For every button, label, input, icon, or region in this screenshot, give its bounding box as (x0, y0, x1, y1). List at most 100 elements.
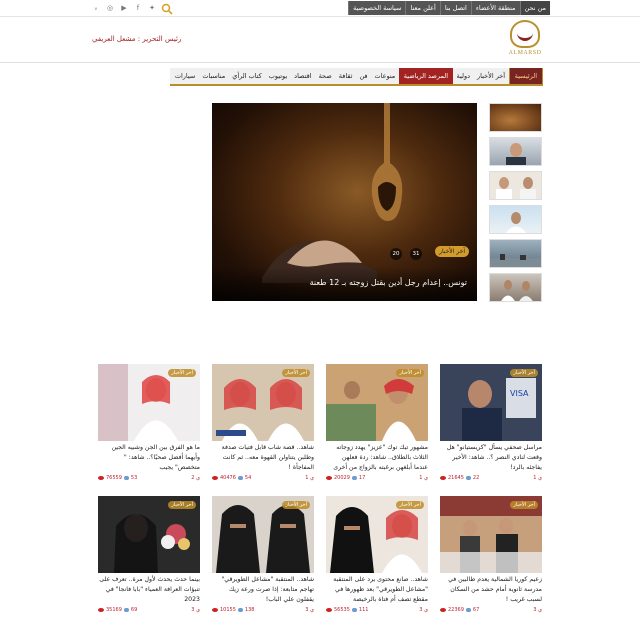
news-card-comments: 138 (244, 607, 255, 613)
site-logo[interactable]: ALMARSD (502, 20, 548, 58)
nav-item-international[interactable]: دولية (453, 68, 473, 84)
hero-title[interactable]: تونس.. إعدام رجل أدين بقتل زوجته بـ 12 ط… (310, 278, 467, 287)
news-card-age: 3 ي (305, 607, 314, 613)
eye-icon (98, 476, 104, 480)
news-card-comments: 111 (358, 607, 369, 613)
eye-icon (212, 476, 218, 480)
eye-icon (98, 608, 104, 612)
news-card-meta: 22369 67 3 ي (440, 607, 542, 613)
hero-slide[interactable]: آخر الأخبار 20 31 تونس.. إعدام رجل أدين … (212, 103, 477, 301)
slider-thumb[interactable] (489, 239, 542, 268)
youtube-icon[interactable]: ▶ (120, 2, 128, 14)
slider-thumb[interactable] (489, 103, 542, 132)
nav-item-youtube[interactable]: يوتيوب (265, 68, 290, 84)
eye-icon (440, 476, 446, 480)
news-card-title[interactable]: شاهد.. صانع محتوى يرد على المنتقبة "مشاع… (326, 575, 428, 606)
hero-badge: آخر الأخبار (435, 246, 469, 257)
nav-item-latest[interactable]: آخر الأخبار (474, 68, 509, 84)
news-card-title[interactable]: شاهد.. المنتقبة "مشاعل الطويرقي" تهاجم م… (212, 575, 314, 606)
news-card[interactable]: آخر الأخبار بينما حدث يحدث لأول مرة.. تع… (98, 496, 200, 613)
logo-text: ALMARSD (508, 50, 542, 56)
noose-illustration (371, 103, 403, 221)
news-card-tag: آخر الأخبار (510, 501, 538, 509)
slider-thumb[interactable] (489, 205, 542, 234)
main-nav: الرئيسية آخر الأخبار دولية المرصد الرياض… (170, 68, 543, 86)
top-link-advertise[interactable]: أعلن معنا (405, 1, 439, 15)
eye-icon (212, 608, 218, 612)
news-card[interactable]: آخر الأخبار شاهد.. صانع محتوى يرد على ال… (326, 496, 428, 613)
news-card-views: 21645 (448, 475, 464, 481)
news-card-title[interactable]: ما هو الفرق بين الجن وشبيه الجين وأيهما … (98, 443, 200, 474)
hero-meta-count: 31 (410, 248, 422, 260)
news-card-comments: 54 (244, 475, 252, 481)
news-card-views: 40476 (220, 475, 236, 481)
news-card-meta: 20029 17 1 ي (326, 475, 428, 481)
facebook-icon[interactable]: f (134, 2, 142, 14)
news-card-meta: 76559 53 2 ي (98, 475, 200, 481)
comment-icon (123, 476, 129, 480)
news-card[interactable]: VISA آخر الأخبار مراسل صحفي يسأل "كريستي… (440, 364, 542, 481)
slider-thumb[interactable] (489, 171, 542, 200)
eye-icon (326, 608, 332, 612)
nav-item-cars[interactable]: سيارات (171, 68, 198, 84)
top-links: من نحن منطقة الأعضاء اتصل بنا أعلن معنا … (348, 1, 550, 15)
slider-thumb[interactable] (489, 273, 542, 302)
news-card[interactable]: آخر الأخبار مشهور تيك توك "عزيز" يهدد زو… (326, 364, 428, 481)
nav-item-art[interactable]: فن (356, 68, 371, 84)
news-card[interactable]: آخر الأخبار ما هو الفرق بين الجن وشبيه ا… (98, 364, 200, 481)
top-link-privacy[interactable]: سياسة الخصوصية (348, 1, 405, 15)
comment-icon (465, 608, 471, 612)
nav-item-economy[interactable]: اقتصاد (291, 68, 315, 84)
news-card-tag: آخر الأخبار (396, 501, 424, 509)
news-card-title[interactable]: مراسل صحفي يسأل "كريستيانو" هل وقعت لناد… (440, 443, 542, 474)
nav-item-sport[interactable]: المرصد الرياضية (398, 68, 454, 84)
news-card-meta: 56535 111 3 ي (326, 607, 428, 613)
news-card[interactable]: آخر الأخبار شاهد.. قصة شاب قابل فتيات صد… (212, 364, 314, 481)
vk-icon[interactable]: ᵥ (92, 2, 100, 14)
news-card-age: 1 ي (305, 475, 314, 481)
instagram-icon[interactable]: ◎ (106, 2, 114, 14)
nav-item-opinion[interactable]: كتاب الرأي (229, 68, 266, 84)
top-bar: من نحن منطقة الأعضاء اتصل بنا أعلن معنا … (0, 0, 640, 16)
news-card[interactable]: آخر الأخبار زعيم كوريا الشمالية يعدم طال… (440, 496, 542, 613)
svg-text:VISA: VISA (510, 389, 529, 398)
twitter-icon[interactable]: ✦ (148, 2, 156, 14)
nav-item-events[interactable]: مناسبات (199, 68, 229, 84)
news-card-comments: 22 (472, 475, 480, 481)
news-card-title[interactable]: شاهد.. قصة شاب قابل فتيات صدفة وطلبن يتن… (212, 443, 314, 474)
news-card-image: آخر الأخبار (326, 364, 428, 441)
news-card[interactable]: آخر الأخبار شاهد.. المنتقبة "مشاعل الطوي… (212, 496, 314, 613)
news-card-views: 10155 (220, 607, 236, 613)
news-card-views: 35169 (106, 607, 122, 613)
news-card-age: 2 ي (191, 475, 200, 481)
logo-mark-icon (510, 20, 540, 48)
news-card-tag: آخر الأخبار (282, 501, 310, 509)
news-card-title[interactable]: زعيم كوريا الشمالية يعدم طالبين في مدرسة… (440, 575, 542, 606)
news-card-comments: 69 (130, 607, 138, 613)
news-card-title[interactable]: مشهور تيك توك "عزيز" يهدد زوجاته الثلاث … (326, 443, 428, 474)
social-links: ᵥ ◎ ▶ f ✦ (92, 2, 156, 14)
news-card-meta: 40476 54 1 ي (212, 475, 314, 481)
top-link-contact[interactable]: اتصل بنا (439, 1, 471, 15)
nav-item-misc[interactable]: منوعات (371, 68, 399, 84)
eye-icon (326, 476, 332, 480)
divider (0, 16, 640, 17)
news-card-comments: 53 (130, 475, 138, 481)
comment-icon (123, 608, 129, 612)
nav-item-health[interactable]: صحة (315, 68, 335, 84)
news-card-views: 20029 (334, 475, 350, 481)
top-link-about[interactable]: من نحن (519, 1, 550, 15)
divider (0, 62, 640, 63)
search-icon[interactable] (160, 1, 174, 15)
eye-icon (440, 608, 446, 612)
news-card-image: آخر الأخبار (98, 364, 200, 441)
nav-item-culture[interactable]: ثقافة (335, 68, 356, 84)
comment-icon (465, 476, 471, 480)
top-link-members[interactable]: منطقة الأعضاء (470, 1, 520, 15)
comment-icon (237, 608, 243, 612)
news-card-meta: 21645 22 1 ي (440, 475, 542, 481)
nav-item-home[interactable]: الرئيسية (508, 68, 543, 84)
slider-thumb[interactable] (489, 137, 542, 166)
news-card-image: آخر الأخبار (212, 364, 314, 441)
news-card-title[interactable]: بينما حدث يحدث لأول مرة.. تعرف على تنبؤا… (98, 575, 200, 606)
